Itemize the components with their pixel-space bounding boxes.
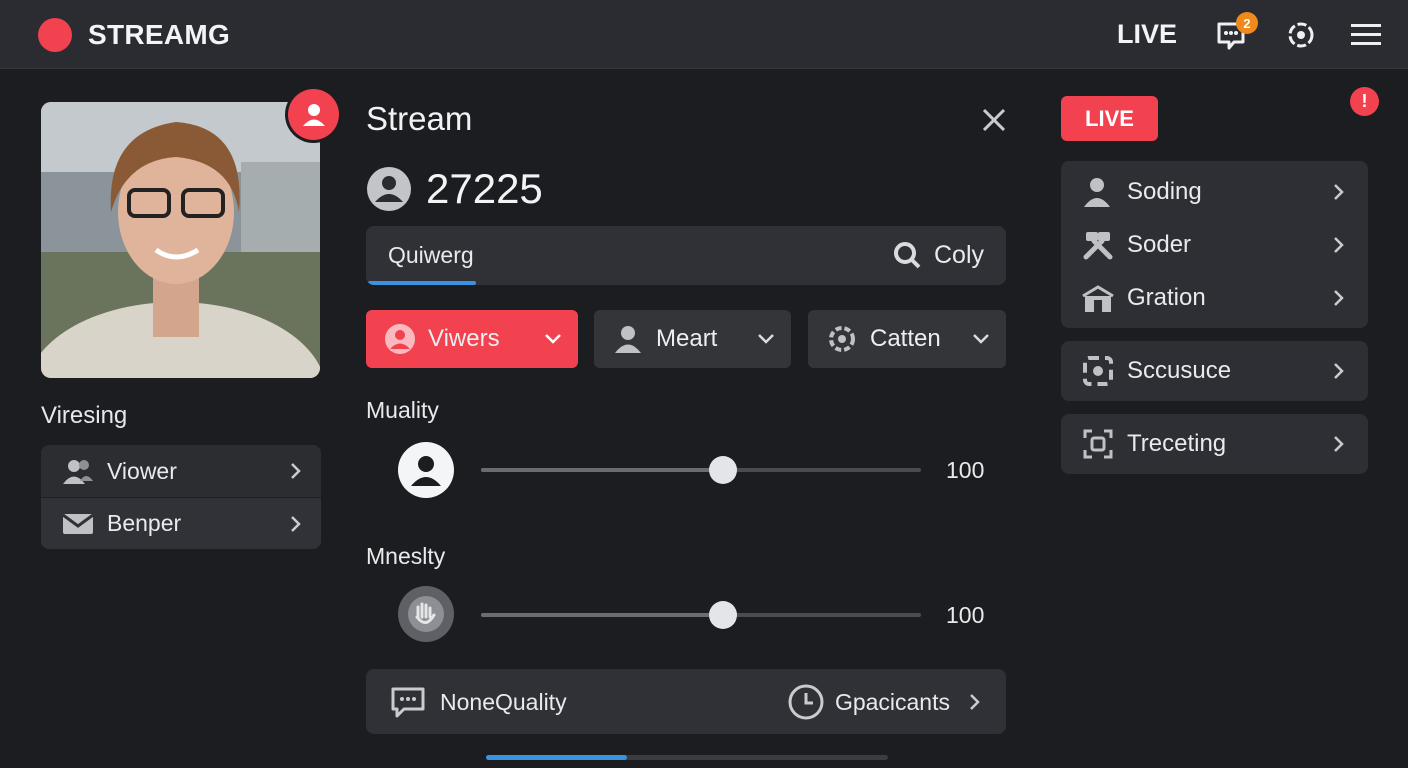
brand-name: STREAMG (88, 19, 231, 50)
menu-item-label: Treceting (1127, 429, 1227, 457)
user-circle-icon (367, 167, 411, 211)
profile-icon[interactable] (288, 89, 339, 140)
chevron-down-icon (758, 334, 774, 344)
chevron-right-icon (970, 694, 980, 710)
menu-item-soder[interactable]: Soder (1061, 218, 1368, 271)
gear-icon (826, 323, 858, 355)
search-action[interactable]: Coly (892, 240, 984, 270)
quality-slider-title: Muality (366, 397, 439, 423)
slider-fill (481, 468, 723, 472)
person-icon (1081, 175, 1115, 209)
menu-item-banner[interactable]: Benper (41, 497, 321, 549)
participants-button[interactable]: Gpacicants (787, 683, 982, 721)
user-circle-icon (398, 442, 454, 498)
filter-viewers[interactable]: Viwers (366, 310, 578, 368)
chevron-right-icon (1334, 236, 1344, 253)
close-icon[interactable] (978, 104, 1010, 136)
slider-thumb[interactable] (709, 456, 737, 484)
menu-item-label: Soding (1127, 177, 1202, 205)
quality-slider[interactable] (481, 456, 921, 484)
chevron-down-icon (545, 334, 561, 344)
progress-bar (486, 755, 888, 760)
participants-label: Gpacicants (834, 688, 950, 715)
filter-label: Meart (656, 325, 718, 352)
viewer-count-row: 27225 (366, 165, 543, 213)
filter-catten[interactable]: Catten (808, 310, 1006, 368)
record-dot-icon (38, 18, 72, 52)
chevron-right-icon (1334, 435, 1344, 452)
chevron-right-icon (1334, 362, 1344, 379)
alert-icon[interactable]: ! (1350, 87, 1379, 116)
menu-item-label: Gration (1127, 283, 1206, 311)
stream-title: Stream (366, 100, 473, 137)
chevron-right-icon (1334, 289, 1344, 306)
scan-icon (1081, 427, 1115, 461)
clock-icon (788, 684, 824, 720)
focus-icon (1081, 354, 1115, 388)
search-action-label: Coly (933, 240, 984, 269)
notification-badge: 2 (1236, 12, 1258, 34)
hand-icon (398, 586, 454, 642)
users-icon (61, 454, 95, 488)
slider-thumb[interactable] (709, 601, 737, 629)
filter-label: Catten (870, 325, 941, 352)
quality-value: 100 (946, 457, 985, 483)
chevron-right-icon (291, 515, 301, 532)
bottom-bar: NoneQuality Gpacicants (366, 669, 1006, 734)
mail-icon (61, 507, 95, 541)
menu-item-treceting[interactable]: Treceting (1061, 417, 1368, 470)
menu-item-label: Viower (107, 457, 177, 484)
intensity-value: 100 (946, 602, 985, 628)
filter-meart[interactable]: Meart (594, 310, 791, 368)
menu-icon[interactable] (1348, 18, 1384, 52)
box-icon (1081, 281, 1115, 315)
top-bar: STREAMG LIVE 2 (0, 0, 1408, 69)
settings-group-3: Treceting (1061, 414, 1368, 474)
slider-fill (481, 613, 723, 617)
search-icon (893, 242, 921, 269)
menu-item-gration[interactable]: Gration (1061, 271, 1368, 324)
menu-item-success[interactable]: Sccusuce (1061, 344, 1368, 397)
search-bar[interactable]: Quiwerg Coly (366, 226, 1006, 285)
tools-icon (1081, 228, 1115, 262)
chevron-right-icon (291, 463, 301, 479)
settings-icon[interactable] (1282, 16, 1320, 54)
message-icon (391, 687, 425, 718)
search-input[interactable]: Quiwerg (388, 242, 474, 269)
menu-item-label: Soder (1127, 230, 1192, 258)
live-badge[interactable]: LIVE (1061, 96, 1158, 141)
settings-group-1: Soding Soder Gration (1061, 161, 1368, 328)
chevron-right-icon (1334, 183, 1344, 200)
profile-menu: Viower Benper (41, 445, 321, 549)
menu-item-soding[interactable]: Soding (1061, 165, 1368, 218)
streamer-photo (41, 102, 320, 378)
live-indicator[interactable]: LIVE (1117, 19, 1177, 50)
viewer-count: 27225 (426, 165, 543, 212)
user-circle-icon (384, 323, 416, 355)
chevron-down-icon (973, 334, 989, 344)
progress-fill (486, 755, 627, 760)
search-focus-indicator (368, 281, 476, 285)
menu-item-label: Benper (107, 510, 182, 536)
intensity-slider-title: Mneslty (366, 543, 446, 569)
section-title: Viresing (41, 402, 128, 429)
settings-group-2: Sccusuce (1061, 341, 1368, 401)
user-icon (612, 323, 644, 355)
none-quality-button[interactable]: NoneQuality (390, 685, 567, 719)
filter-label: Viwers (428, 325, 500, 352)
menu-item-viewer[interactable]: Viower (41, 445, 321, 497)
menu-item-label: Sccusuce (1127, 356, 1232, 384)
intensity-slider[interactable] (481, 601, 921, 629)
none-quality-label: NoneQuality (440, 688, 567, 715)
